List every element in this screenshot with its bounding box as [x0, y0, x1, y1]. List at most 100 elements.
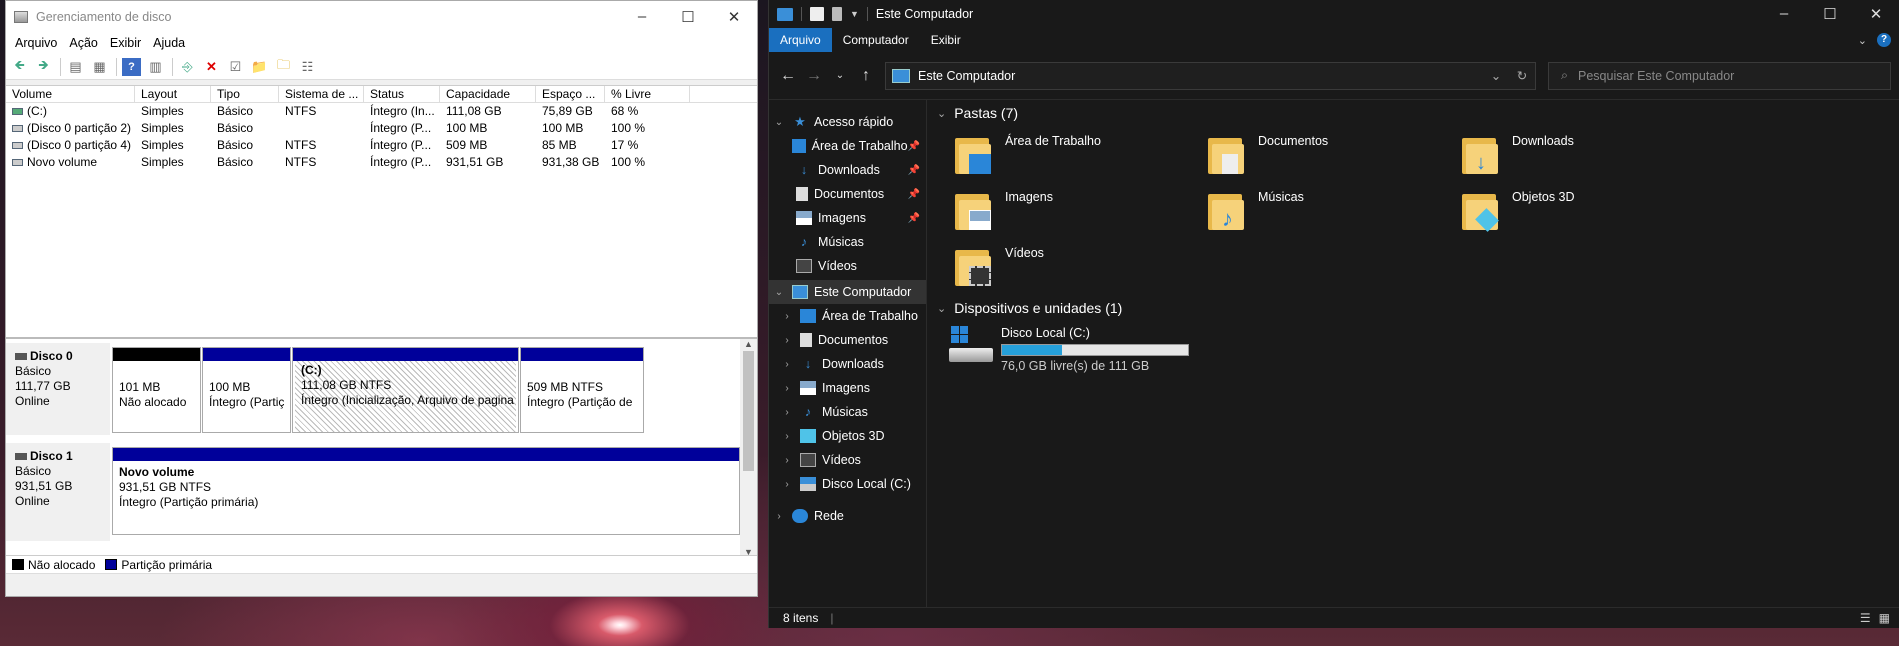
menu-ajuda[interactable]: Ajuda	[147, 36, 191, 50]
table-row[interactable]: (C:) Simples Básico NTFS Íntegro (In... …	[6, 103, 757, 120]
chevron-down-icon[interactable]: ⌄	[937, 302, 946, 315]
partition-c[interactable]: (C:) 111,08 GB NTFS Íntegro (Inicialização…	[292, 347, 519, 433]
folder-videos[interactable]: Vídeos	[953, 246, 1044, 288]
chevron-right-icon[interactable]: ›	[781, 455, 793, 466]
new-folder-icon[interactable]	[832, 7, 842, 21]
table-row[interactable]: Novo volume Simples Básico NTFS Íntegro …	[6, 154, 757, 171]
partition-unallocated[interactable]: 101 MB Não alocado	[112, 347, 201, 433]
scroll-up-icon[interactable]: ▲	[740, 339, 757, 349]
column-livre[interactable]: % Livre	[605, 86, 690, 102]
column-volume[interactable]: Volume	[6, 86, 135, 102]
details-view-icon[interactable]: ☰	[1860, 611, 1871, 625]
sidebar-item-pc-downloads[interactable]: › ↓ Downloads	[769, 352, 926, 376]
chevron-right-icon[interactable]: ›	[781, 407, 793, 418]
drive-local-c[interactable]: Disco Local (C:) 76,0 GB livre(s) de 111…	[949, 326, 1189, 373]
properties-icon[interactable]: ▦	[90, 58, 109, 76]
partition-4[interactable]: 509 MB NTFS Íntegro (Partição de	[520, 347, 644, 433]
vertical-scrollbar[interactable]: ▲ ▼	[740, 339, 757, 557]
chevron-right-icon[interactable]: ›	[781, 311, 793, 322]
sidebar-item-pc-local-disk[interactable]: › Disco Local (C:)	[769, 472, 926, 496]
close-button[interactable]: ✕	[711, 8, 757, 26]
sidebar-item-quick-desktop[interactable]: Área de Trabalho 📌	[769, 134, 926, 158]
checklist-icon[interactable]: ☑	[226, 58, 245, 76]
folder-downloads[interactable]: ↓ Downloads	[1460, 134, 1574, 176]
list-view-icon[interactable]: ☷	[298, 58, 317, 76]
large-icons-view-icon[interactable]: ▦	[1879, 611, 1890, 625]
minimize-button[interactable]: –	[1761, 5, 1807, 23]
minimize-button[interactable]: –	[619, 8, 665, 26]
search-box[interactable]: ⌕ Pesquisar Este Computador	[1548, 61, 1891, 90]
up-arrow-icon[interactable]: ↑	[853, 67, 879, 85]
back-arrow-icon[interactable]: ←	[775, 67, 801, 85]
chevron-right-icon[interactable]: ›	[781, 335, 793, 346]
chevron-right-icon[interactable]: ›	[773, 511, 785, 522]
close-button[interactable]: ✕	[1853, 5, 1899, 23]
back-icon[interactable]: 🡸	[10, 57, 29, 76]
table-row[interactable]: (Disco 0 partição 4) Simples Básico NTFS…	[6, 137, 757, 154]
sidebar-item-pc-music[interactable]: › ♪ Músicas	[769, 400, 926, 424]
sidebar-item-pc-pictures[interactable]: › Imagens	[769, 376, 926, 400]
help-icon[interactable]: ?	[122, 57, 141, 76]
chevron-right-icon[interactable]: ›	[781, 479, 793, 490]
chevron-right-icon[interactable]: ›	[781, 359, 793, 370]
pin-icon[interactable]: 📌	[908, 189, 920, 200]
folders-group-header[interactable]: ⌄ Pastas (7)	[937, 105, 1018, 121]
chevron-right-icon[interactable]: ›	[781, 383, 793, 394]
sidebar-item-pc-3d-objects[interactable]: › Objetos 3D	[769, 424, 926, 448]
disk-0-header[interactable]: Disco 0 Básico 111,77 GB Online	[6, 343, 110, 435]
delete-icon[interactable]: ✕	[202, 58, 221, 76]
column-espaco[interactable]: Espaço ...	[536, 86, 605, 102]
column-capacidade[interactable]: Capacidade	[440, 86, 536, 102]
chevron-down-icon[interactable]: ⌄	[937, 107, 946, 120]
sidebar-item-pc-videos[interactable]: › Vídeos	[769, 448, 926, 472]
menu-arquivo[interactable]: Arquivo	[9, 36, 63, 50]
recent-locations-icon[interactable]: ⌄	[827, 70, 853, 81]
sidebar-item-quick-access[interactable]: ⌄ ★ Acesso rápido	[769, 110, 926, 134]
pin-icon[interactable]: 📌	[908, 141, 920, 152]
tab-arquivo[interactable]: Arquivo	[769, 28, 832, 52]
show-hide-console-tree-icon[interactable]: ▤	[66, 58, 85, 76]
folder-search-icon[interactable]: 🗀	[274, 57, 293, 76]
sidebar-item-quick-documents[interactable]: Documentos 📌	[769, 182, 926, 206]
sidebar-item-pc-documents[interactable]: › Documentos	[769, 328, 926, 352]
chevron-right-icon[interactable]: ›	[781, 431, 793, 442]
column-layout[interactable]: Layout	[135, 86, 211, 102]
properties-icon[interactable]	[810, 7, 824, 21]
sidebar-item-quick-videos[interactable]: Vídeos	[769, 254, 926, 278]
table-row[interactable]: (Disco 0 partição 2) Simples Básico Ínte…	[6, 120, 757, 137]
devices-group-header[interactable]: ⌄ Dispositivos e unidades (1)	[937, 300, 1122, 316]
sidebar-item-network[interactable]: › Rede	[769, 504, 926, 528]
customize-quick-access-icon[interactable]: ▼	[850, 9, 859, 19]
show-action-pane-icon[interactable]: ▥	[146, 58, 165, 76]
maximize-button[interactable]: ☐	[1807, 5, 1853, 23]
maximize-button[interactable]: ☐	[665, 8, 711, 26]
scroll-thumb[interactable]	[743, 351, 754, 471]
pin-icon[interactable]: 📌	[908, 165, 920, 176]
column-sistema[interactable]: Sistema de ...	[279, 86, 364, 102]
tab-exibir[interactable]: Exibir	[920, 28, 972, 52]
column-status[interactable]: Status	[364, 86, 440, 102]
sidebar-item-quick-downloads[interactable]: ↓ Downloads 📌	[769, 158, 926, 182]
folder-up-icon[interactable]: 📁	[250, 58, 269, 76]
sidebar-item-quick-pictures[interactable]: Imagens 📌	[769, 206, 926, 230]
folder-3d-objects[interactable]: Objetos 3D	[1460, 190, 1575, 232]
chevron-down-icon[interactable]: ⌄	[773, 117, 785, 128]
chevron-down-icon[interactable]: ⌄	[773, 287, 785, 298]
menu-acao[interactable]: Ação	[63, 36, 104, 50]
tab-computador[interactable]: Computador	[832, 28, 920, 52]
forward-arrow-icon[interactable]: →	[801, 67, 827, 85]
sidebar-item-quick-music[interactable]: ♪ Músicas	[769, 230, 926, 254]
expand-ribbon-icon[interactable]: ⌄	[1858, 34, 1867, 47]
sidebar-item-this-pc[interactable]: ⌄ Este Computador	[769, 280, 926, 304]
address-bar[interactable]: Este Computador ⌄ ↻	[885, 61, 1536, 90]
folder-desktop[interactable]: Área de Trabalho	[953, 134, 1101, 176]
column-tipo[interactable]: Tipo	[211, 86, 279, 102]
pin-icon[interactable]: 📌	[908, 213, 920, 224]
menu-exibir[interactable]: Exibir	[104, 36, 147, 50]
address-dropdown-icon[interactable]: ⌄	[1483, 68, 1509, 83]
partition-novo-volume[interactable]: Novo volume 931,51 GB NTFS Íntegro (Partiç…	[112, 447, 740, 535]
folder-pictures[interactable]: Imagens	[953, 190, 1053, 232]
refresh-icon[interactable]: ↻	[1509, 68, 1535, 83]
help-icon[interactable]: ?	[1877, 33, 1891, 47]
folder-documents[interactable]: Documentos	[1206, 134, 1328, 176]
